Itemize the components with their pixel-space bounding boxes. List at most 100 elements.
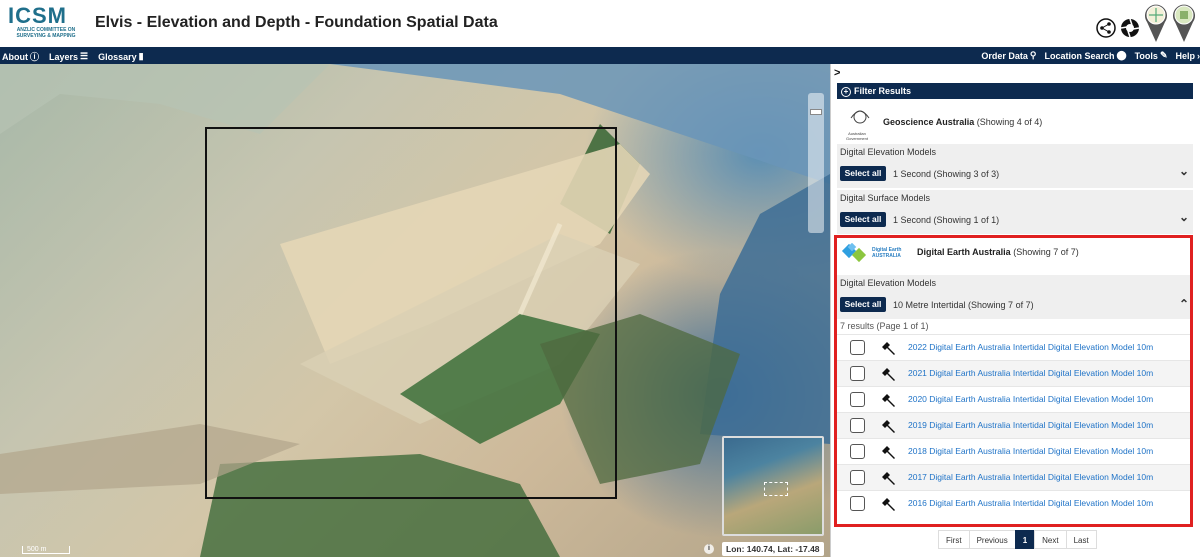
info-icon: ⓘ (30, 52, 40, 62)
result-row: 2019 Digital Earth Australia Intertidal … (836, 412, 1190, 438)
nav-location-search-label: Location Search (1044, 50, 1115, 61)
group-dea-dem: Digital Elevation Models Select all 10 M… (837, 275, 1193, 319)
filter-results-bar[interactable]: + Filter Results (837, 83, 1193, 99)
logo-text: ICSM (8, 3, 67, 28)
provider-geoscience-australia: Geoscience Australia (Showing 4 of 4) (837, 108, 1193, 136)
result-row: 2022 Digital Earth Australia Intertidal … (836, 334, 1190, 360)
filter-results-label: Filter Results (854, 86, 912, 96)
page-number-button[interactable]: 1 (1014, 530, 1036, 549)
nav-about-label: About (2, 51, 28, 62)
overview-extent-box (764, 482, 788, 496)
coordinate-readout: Lon: 140.74, Lat: -17.48 (722, 542, 824, 556)
hammer-icon[interactable] (880, 340, 896, 356)
map-view[interactable]: i Lon: 140.74, Lat: -17.48 500 m (0, 64, 830, 557)
nav-help-label: Help (1175, 50, 1195, 61)
zoom-slider-handle[interactable] (810, 109, 822, 115)
group-subtitle: 10 Metre Intertidal (Showing 7 of 7) (893, 300, 1034, 310)
selection-bounding-box[interactable] (205, 127, 617, 499)
select-all-button[interactable]: Select all (840, 212, 886, 227)
nav-tools[interactable]: Tools ✎ (1135, 50, 1168, 61)
share-icon[interactable] (1096, 18, 1116, 38)
nav-about[interactable]: About ⓘ (2, 50, 39, 63)
scale-bar: 500 m (22, 546, 70, 554)
result-link[interactable]: 2021 Digital Earth Australia Intertidal … (908, 368, 1153, 378)
location-pin-icon: ⬤ (1116, 50, 1127, 60)
group-subtitle: 1 Second (Showing 3 of 3) (893, 169, 1000, 179)
collapse-panel-icon[interactable]: > (834, 67, 840, 79)
hammer-icon[interactable] (880, 418, 896, 434)
nav-layers-label: Layers (49, 51, 79, 62)
group-title: Digital Elevation Models (840, 278, 937, 288)
book-icon: ▮ (138, 51, 144, 61)
chevron-down-icon[interactable]: ⌄ (1179, 164, 1189, 178)
result-checkbox[interactable] (850, 392, 865, 407)
map-pin-icon[interactable] (1144, 3, 1168, 43)
page-first-button[interactable]: First (938, 530, 970, 549)
result-link[interactable]: 2022 Digital Earth Australia Intertidal … (908, 342, 1153, 352)
pagination: First Previous 1 Next Last (938, 530, 1097, 549)
overview-minimap[interactable] (722, 436, 824, 536)
select-all-button[interactable]: Select all (840, 166, 886, 181)
result-row: 2018 Digital Earth Australia Intertidal … (836, 438, 1190, 464)
icsm-logo[interactable]: ICSM ANZLIC COMMITTEE ON SURVEYING & MAP… (8, 3, 80, 43)
group-title: Digital Surface Models (840, 193, 931, 203)
page-previous-button[interactable]: Previous (968, 530, 1016, 549)
results-count: 7 results (Page 1 of 1) (840, 321, 929, 331)
chevron-up-icon[interactable]: ⌃ (1179, 297, 1189, 311)
nav-layers[interactable]: Layers ☰ (49, 50, 88, 63)
result-link[interactable]: 2019 Digital Earth Australia Intertidal … (908, 420, 1153, 430)
layers-icon: ☰ (80, 51, 89, 61)
map-pin-icon[interactable] (1172, 3, 1196, 43)
nav-location-search[interactable]: Location Search ⬤ (1044, 50, 1126, 61)
results-list: 2022 Digital Earth Australia Intertidal … (836, 334, 1190, 516)
nav-help[interactable]: Help › (1175, 50, 1200, 61)
hammer-icon[interactable] (880, 496, 896, 512)
nav-glossary-label: Glossary (98, 51, 137, 62)
page-title: Elvis - Elevation and Depth - Foundation… (95, 14, 498, 31)
plus-circle-icon: + (841, 87, 851, 97)
attribution-info-icon[interactable]: i (704, 544, 714, 554)
provider-count: (Showing 4 of 4) (976, 117, 1043, 127)
app-header: ICSM ANZLIC COMMITTEE ON SURVEYING & MAP… (0, 0, 1200, 47)
provider-digital-earth-australia: Digital Earth AUSTRALIA Digital Earth Au… (837, 240, 1193, 268)
result-checkbox[interactable] (850, 444, 865, 459)
group-ga-dem: Digital Elevation Models Select all 1 Se… (837, 144, 1193, 188)
group-title: Digital Elevation Models (840, 147, 937, 157)
result-row: 2017 Digital Earth Australia Intertidal … (836, 464, 1190, 490)
group-subtitle: 1 Second (Showing 1 of 1) (893, 215, 1000, 225)
select-all-button[interactable]: Select all (840, 297, 886, 312)
result-checkbox[interactable] (850, 496, 865, 511)
result-link[interactable]: 2017 Digital Earth Australia Intertidal … (908, 472, 1153, 482)
chevron-down-icon[interactable]: ⌄ (1179, 210, 1189, 224)
logo-caption: Australian Government (845, 131, 868, 141)
top-navbar: About ⓘ Layers ☰ Glossary ▮ Order Data ⚲… (0, 47, 1200, 64)
result-row: 2016 Digital Earth Australia Intertidal … (836, 490, 1190, 516)
hammer-icon[interactable] (880, 470, 896, 486)
logo-subtitle: ANZLIC COMMITTEE ON SURVEYING & MAPPING (16, 27, 76, 39)
search-icon: ⚲ (1029, 50, 1037, 60)
result-checkbox[interactable] (850, 340, 865, 355)
pencil-icon: ✎ (1159, 50, 1168, 60)
result-link[interactable]: 2018 Digital Earth Australia Intertidal … (908, 446, 1153, 456)
nav-order-data[interactable]: Order Data ⚲ (981, 50, 1036, 61)
zoom-slider[interactable] (808, 93, 824, 233)
hammer-icon[interactable] (880, 392, 896, 408)
hammer-icon[interactable] (880, 366, 896, 382)
provider-name: Digital Earth Australia (917, 247, 1011, 257)
provider-name: Geoscience Australia (883, 117, 975, 127)
result-row: 2020 Digital Earth Australia Intertidal … (836, 386, 1190, 412)
result-checkbox[interactable] (850, 470, 865, 485)
hammer-icon[interactable] (880, 444, 896, 460)
nav-tools-label: Tools (1134, 50, 1158, 61)
page-last-button[interactable]: Last (1065, 530, 1097, 549)
result-checkbox[interactable] (850, 418, 865, 433)
camera-aperture-icon[interactable] (1120, 18, 1140, 38)
nav-glossary[interactable]: Glossary ▮ (98, 50, 143, 63)
page-next-button[interactable]: Next (1034, 530, 1067, 549)
result-row: 2021 Digital Earth Australia Intertidal … (836, 360, 1190, 386)
result-link[interactable]: 2016 Digital Earth Australia Intertidal … (908, 498, 1153, 508)
provider-count: (Showing 7 of 7) (1013, 247, 1079, 257)
result-checkbox[interactable] (850, 366, 865, 381)
result-link[interactable]: 2020 Digital Earth Australia Intertidal … (908, 394, 1153, 404)
nav-order-data-label: Order Data (981, 50, 1028, 61)
